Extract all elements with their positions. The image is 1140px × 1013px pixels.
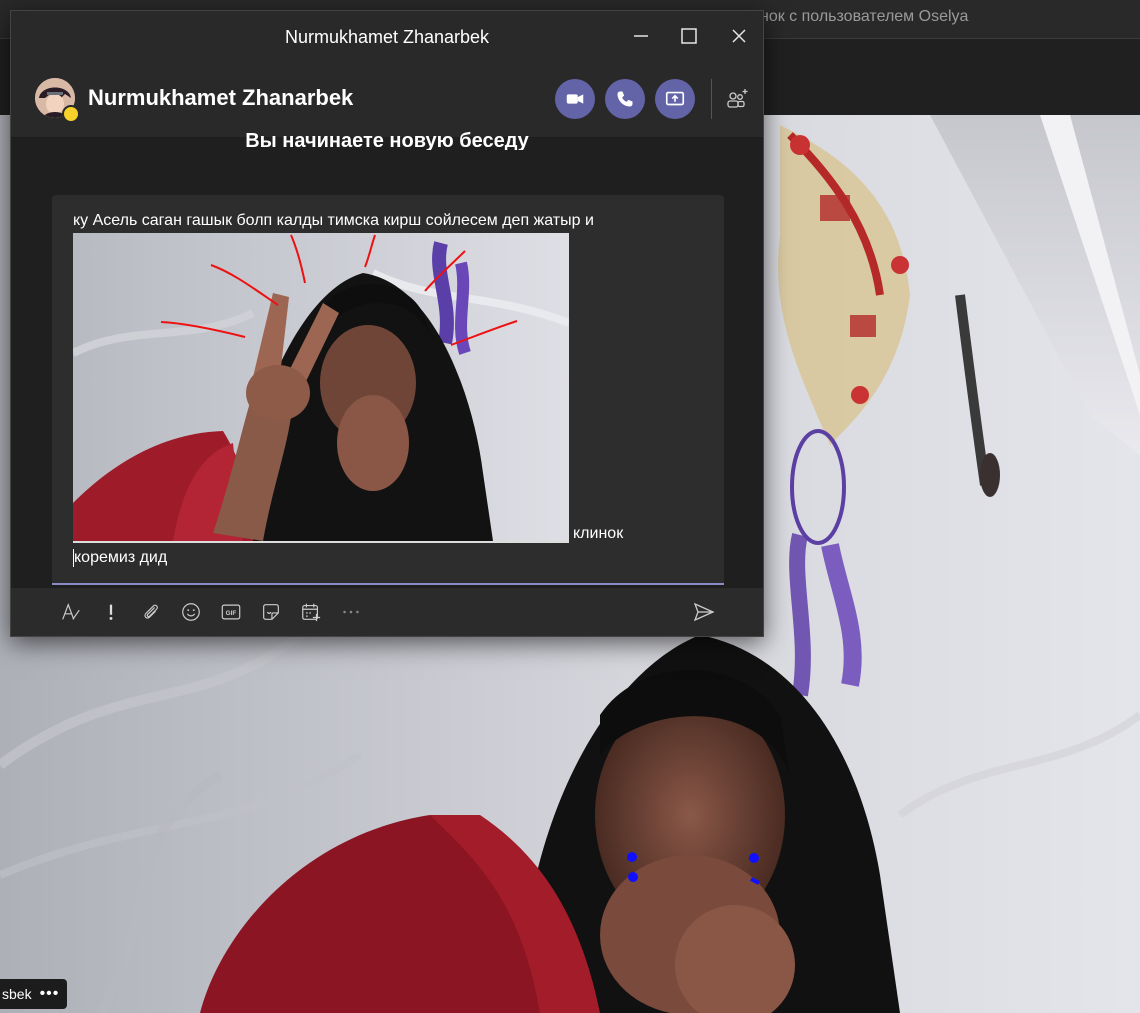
video-camera-icon xyxy=(566,94,584,104)
share-screen-button[interactable] xyxy=(655,79,695,119)
call-title: нок с пользователем Oselya xyxy=(760,8,969,25)
chat-body: Вы начинаете новую беседу ку Асель саган… xyxy=(11,130,763,588)
gif-label: GIF xyxy=(226,610,237,617)
close-icon[interactable] xyxy=(727,24,751,48)
phone-icon xyxy=(617,91,633,107)
more-options-icon[interactable]: ••• xyxy=(40,985,60,1003)
share-screen-icon xyxy=(665,91,685,106)
header-divider xyxy=(711,79,712,119)
schedule-meeting-icon[interactable] xyxy=(299,600,323,624)
format-icon[interactable] xyxy=(59,600,83,624)
important-icon[interactable] xyxy=(99,600,123,624)
add-people-icon[interactable] xyxy=(725,87,749,111)
more-icon[interactable] xyxy=(339,600,363,624)
compose-toolbar: GIF xyxy=(11,588,763,636)
video-call-button[interactable] xyxy=(555,79,595,119)
minimize-icon[interactable] xyxy=(629,24,653,48)
send-icon[interactable] xyxy=(692,600,716,624)
chat-titlebar: Nurmukhamet Zhanarbek xyxy=(11,11,763,61)
compose-text-line[interactable]: ку Асель саган гашык болп калды тимска к… xyxy=(73,212,594,230)
maximize-icon[interactable] xyxy=(677,24,701,48)
pasted-image[interactable] xyxy=(73,233,569,543)
chat-contact-name: Nurmukhamet Zhanarbek xyxy=(88,85,354,110)
chat-header: Nurmukhamet Zhanarbek xyxy=(11,61,763,138)
compose-text-cursor-line[interactable]: коремиз дид xyxy=(73,549,167,567)
chat-popout-window: Nurmukhamet Zhanarbek Nurmukhamet Zhanar… xyxy=(10,10,764,637)
gif-icon[interactable]: GIF xyxy=(219,600,243,624)
participant-name-tag[interactable]: sbek ••• xyxy=(0,979,68,1009)
new-conversation-heading: Вы начинаете новую беседу xyxy=(245,130,529,150)
presence-away-icon xyxy=(62,105,80,123)
participant-name: sbek xyxy=(2,986,32,1002)
compose-text-after-image[interactable]: клинок xyxy=(573,525,623,543)
attach-icon[interactable] xyxy=(139,600,163,624)
sticker-icon[interactable] xyxy=(259,600,283,624)
emoji-icon[interactable] xyxy=(179,600,203,624)
compose-box[interactable]: ку Асель саган гашык болп калды тимска к… xyxy=(52,195,724,585)
audio-call-button[interactable] xyxy=(605,79,645,119)
